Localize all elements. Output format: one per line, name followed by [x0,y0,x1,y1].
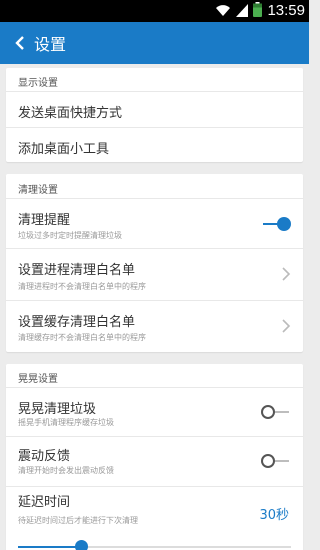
delay-time-label: 延迟时间 [18,495,71,510]
delay-time-slider[interactable] [18,540,291,550]
app-bar: 设置 [0,22,309,64]
back-arrow-icon[interactable] [0,22,34,64]
clean-reminder-item[interactable]: 清理提醒 垃圾过多时定时提醒清理垃圾 [6,199,303,248]
process-whitelist-label: 设置进程清理白名单 [18,263,136,278]
slider-thumb[interactable] [74,540,88,550]
cache-whitelist-label: 设置缓存清理白名单 [18,315,136,330]
shake-clean-description: 摇晃手机清理程序缓存垃圾 [18,418,114,427]
wifi-icon [215,2,231,21]
chevron-right-icon [282,267,291,281]
clean-settings-card: 清理设置 清理提醒 垃圾过多时定时提醒清理垃圾 设置进程清理白名单 清理进程时不… [6,174,303,352]
page-title: 设置 [34,35,67,54]
add-desktop-widget-item[interactable]: 添加桌面小工具 [6,128,303,162]
send-desktop-shortcut-item[interactable]: 发送桌面快捷方式 [6,92,303,127]
vibration-feedback-item[interactable]: 震动反馈 清理开始时会发出震动反馈 [6,437,303,486]
signal-icon [236,2,249,21]
shake-clean-toggle[interactable] [261,404,291,420]
battery-icon [253,1,263,21]
delay-time-value: 30秒 [259,508,289,523]
clean-reminder-label: 清理提醒 [18,213,71,228]
add-desktop-widget-label: 添加桌面小工具 [18,142,110,157]
cache-whitelist-description: 清理缓存时不会清理白名单中的程序 [18,333,146,342]
cache-whitelist-item[interactable]: 设置缓存清理白名单 清理缓存时不会清理白名单中的程序 [6,301,303,352]
shake-clean-label: 晃晃清理垃圾 [18,402,97,417]
chevron-right-icon [282,319,291,333]
shake-clean-item[interactable]: 晃晃清理垃圾 摇晃手机清理程序缓存垃圾 [6,388,303,436]
shake-settings-card: 晃晃设置 晃晃清理垃圾 摇晃手机清理程序缓存垃圾 震动反馈 清理开始时会发出震动… [6,364,303,550]
process-whitelist-item[interactable]: 设置进程清理白名单 清理进程时不会清理白名单中的程序 [6,249,303,300]
status-bar: 13:59 [0,0,309,22]
vibration-feedback-description: 清理开始时会发出震动反馈 [18,466,114,475]
display-settings-header: 显示设置 [18,78,58,89]
clean-settings-header: 清理设置 [18,185,58,196]
shake-settings-header: 晃晃设置 [18,374,58,385]
delay-time-item[interactable]: 延迟时间 待延迟时间过后才能进行下次清理 30秒 [6,487,303,550]
delay-time-description: 待延迟时间过后才能进行下次清理 [18,516,138,525]
vibration-feedback-toggle[interactable] [261,453,291,469]
send-desktop-shortcut-label: 发送桌面快捷方式 [18,106,123,121]
display-settings-card: 显示设置 发送桌面快捷方式 添加桌面小工具 [6,68,303,162]
process-whitelist-description: 清理进程时不会清理白名单中的程序 [18,282,146,291]
clean-reminder-description: 垃圾过多时定时提醒清理垃圾 [18,231,122,240]
clean-reminder-toggle[interactable] [261,216,291,232]
vibration-feedback-label: 震动反馈 [18,449,71,464]
status-time: 13:59 [267,2,305,19]
